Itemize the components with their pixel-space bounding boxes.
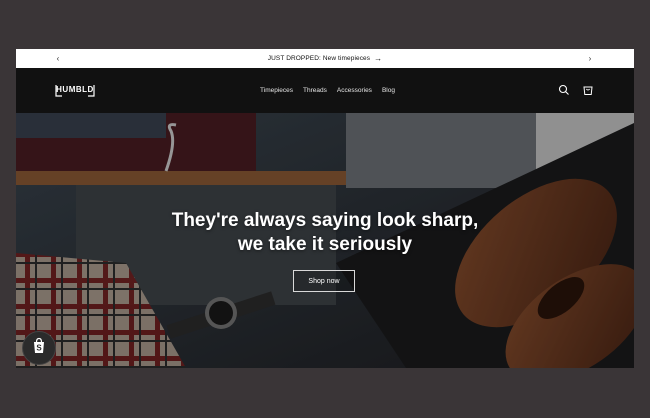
announcement-link[interactable]: JUST DROPPED: New timepieces → [268, 54, 382, 63]
cart-icon[interactable] [582, 83, 594, 95]
nav-blog[interactable]: Blog [382, 87, 395, 94]
chevron-right-icon: › [588, 54, 592, 63]
announcement-next-button[interactable]: › [580, 49, 600, 68]
hero-headline-line1: They're always saying look sharp, [171, 210, 479, 231]
announcement-text: JUST DROPPED: New timepieces [267, 55, 371, 62]
announcement-prev-button[interactable]: ‹ [48, 49, 68, 68]
nav-timepieces[interactable]: Timepieces [260, 87, 293, 94]
site-header: HUMBLD Timepieces Threads Accessories Bl… [16, 68, 634, 113]
hero-headline-line2: we take it seriously [237, 234, 413, 255]
svg-text:S: S [36, 343, 42, 352]
site-preview: ‹ JUST DROPPED: New timepieces → › HUMBL… [16, 49, 634, 368]
hero-headline: They're always saying look sharp, we tak… [16, 209, 634, 257]
shop-now-button[interactable]: Shop now [293, 270, 355, 292]
nav-accessories[interactable]: Accessories [337, 87, 372, 94]
hero-banner: They're always saying look sharp, we tak… [16, 113, 634, 368]
shopify-bag-icon: S [31, 337, 47, 360]
nav-threads[interactable]: Threads [303, 87, 327, 94]
chevron-left-icon: ‹ [56, 54, 60, 63]
announcement-bar: ‹ JUST DROPPED: New timepieces → › [16, 49, 634, 68]
main-nav: Timepieces Threads Accessories Blog [16, 68, 634, 113]
header-icons [558, 83, 594, 95]
search-icon[interactable] [558, 83, 570, 95]
shopify-badge[interactable]: S [22, 331, 56, 365]
arrow-right-icon: → [374, 54, 383, 63]
